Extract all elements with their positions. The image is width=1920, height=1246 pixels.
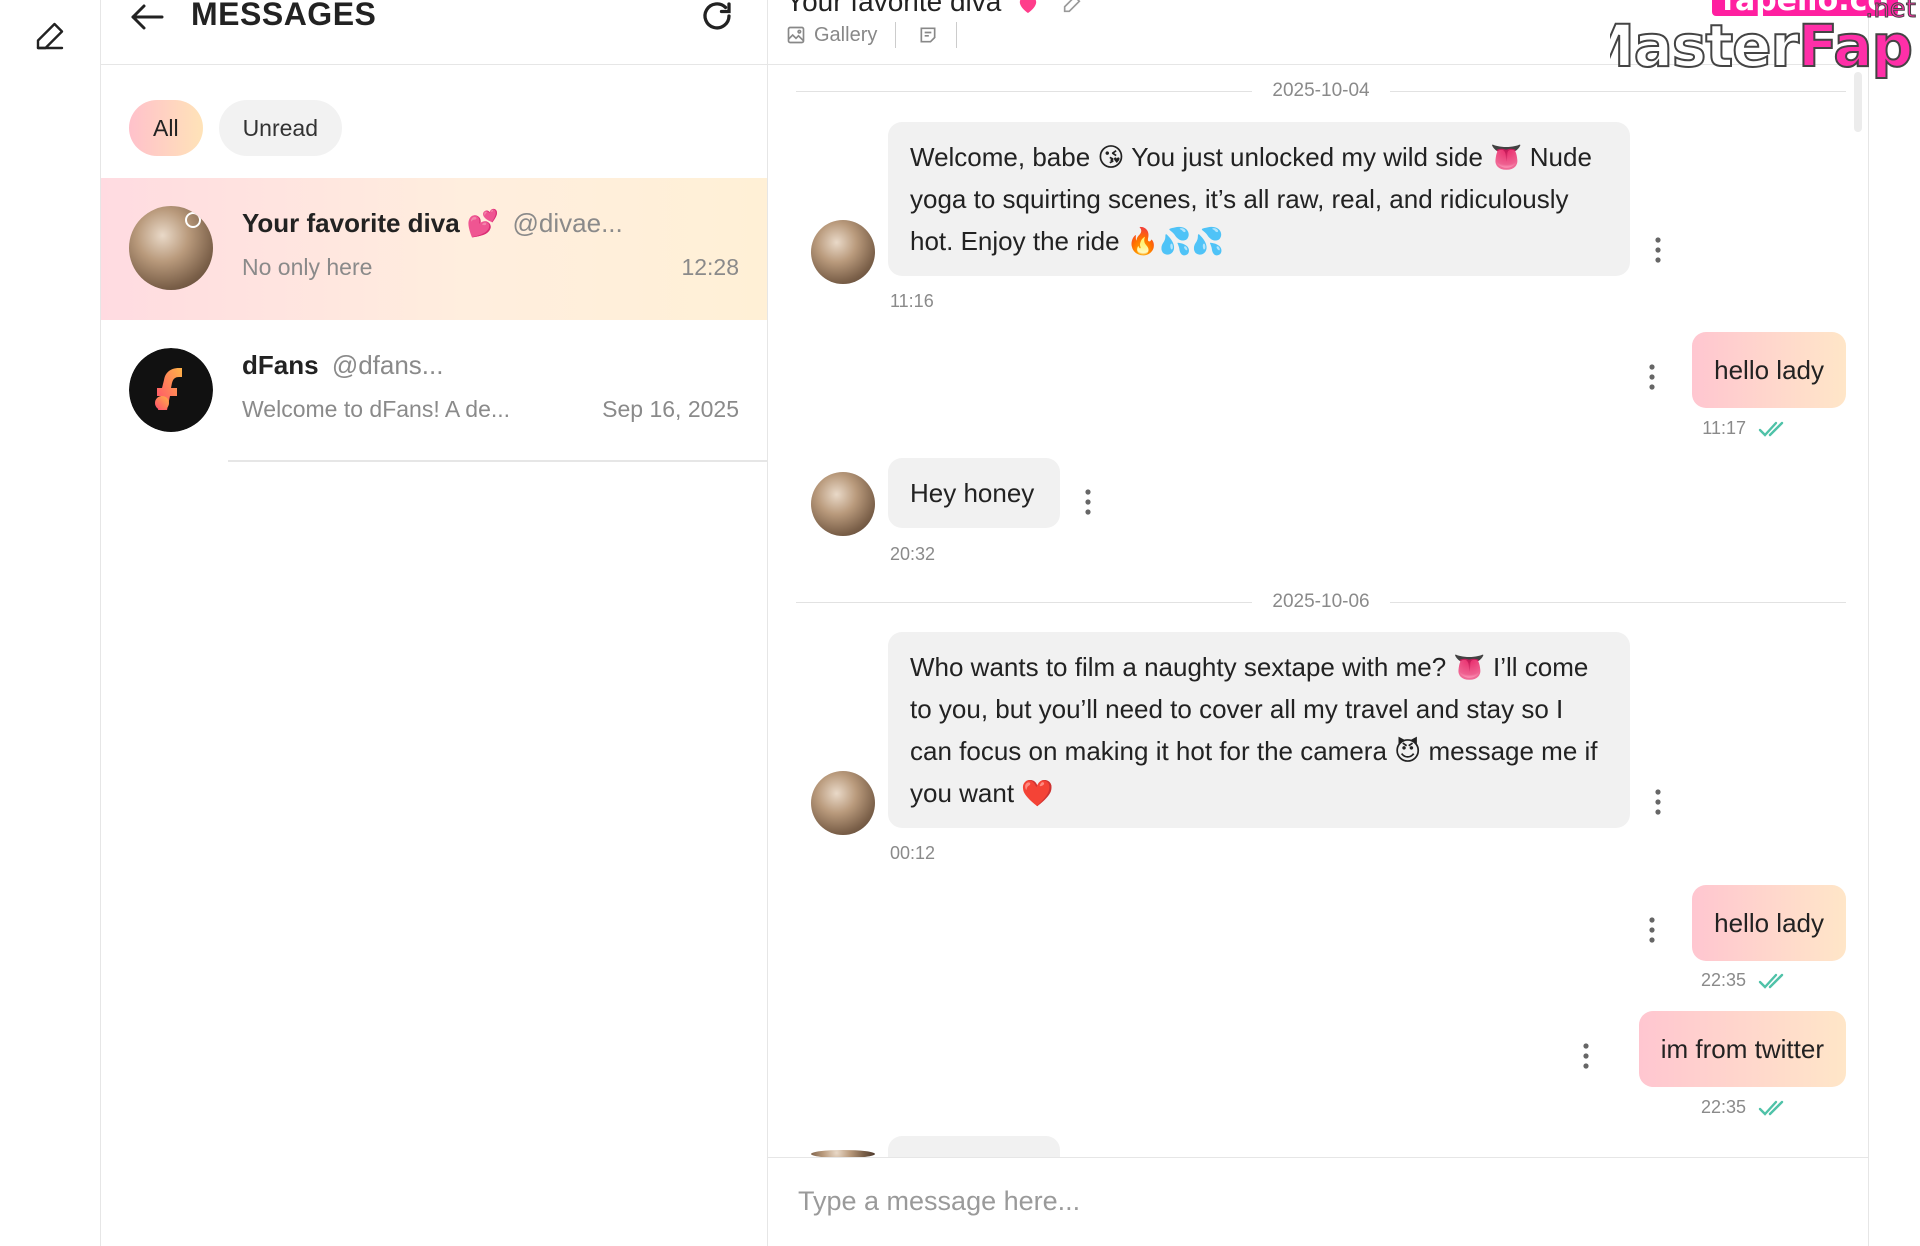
message-options-button[interactable] (1648, 230, 1668, 270)
chat-title: Your favorite diva (786, 0, 1083, 18)
chat-title-text: Your favorite diva (786, 0, 1002, 17)
refresh-button[interactable] (697, 0, 737, 34)
double-check-icon (1758, 973, 1784, 989)
conversation-list-panel: MESSAGES All Unread Your favorite diva 💕… (101, 0, 768, 1246)
kebab-menu-icon (1649, 364, 1655, 390)
kebab-menu-icon (1655, 789, 1661, 815)
refresh-icon (703, 2, 731, 30)
message-options-button[interactable] (1642, 910, 1662, 950)
conversation-name: dFans (242, 350, 319, 380)
conversation-handle: @divae... (512, 208, 623, 238)
message-time: 22:35 (1700, 1097, 1746, 1117)
message-bubble-outgoing: hello lady (1692, 885, 1846, 961)
date-label: 2025-10-04 (1272, 80, 1370, 101)
watermark-logo: fapello.co .net MasterFap (1610, 0, 1920, 86)
tab-notes[interactable] (918, 25, 956, 45)
chat-tabs: Gallery (786, 22, 979, 48)
conversation-name-row: dFans @dfans... (242, 350, 443, 381)
message-time: 00:12 (890, 843, 936, 863)
message-bubble-outgoing: im from twitter (1638, 1011, 1846, 1087)
message-options-button[interactable] (1078, 482, 1098, 522)
chat-panel: Your favorite diva Gallery 2025-10-04 We… (768, 0, 1869, 1246)
conversation-item-dfans[interactable]: dFans @dfans... Welcome to dFans! A de..… (101, 320, 767, 462)
name-emoji: 💕 (466, 208, 500, 238)
message-bubble-partial (888, 1136, 1060, 1158)
heart-icon (1019, 0, 1037, 13)
date-separator: 2025-10-06 (796, 590, 1847, 614)
date-label: 2025-10-06 (1272, 591, 1370, 612)
double-check-icon (1758, 421, 1784, 437)
tab-separator (895, 22, 897, 48)
image-icon (787, 26, 805, 44)
dfans-logo-icon (129, 348, 213, 432)
conversation-handle: @dfans... (331, 350, 444, 380)
sender-avatar[interactable] (811, 220, 875, 284)
tab-gallery-label: Gallery (814, 23, 878, 46)
kebab-menu-icon (1649, 917, 1655, 943)
page-title: MESSAGES (191, 0, 377, 32)
message-bubble-incoming: Welcome, babe 😘 You just unlocked my wil… (888, 122, 1630, 276)
filter-chips: All Unread (129, 100, 342, 156)
compose-button[interactable] (30, 16, 70, 56)
message-options-button[interactable] (1576, 1036, 1596, 1076)
edit-pencil-icon (36, 22, 64, 50)
message-bubble-incoming: Hey honey (888, 458, 1060, 528)
tab-separator (956, 22, 958, 48)
conversation-name-row: Your favorite diva 💕 @divae... (242, 208, 623, 239)
edit-title-icon[interactable] (1061, 0, 1083, 15)
conversation-preview: No only here (242, 254, 373, 280)
list-divider (228, 460, 767, 462)
kebab-menu-icon (1085, 489, 1091, 515)
message-time: 20:32 (890, 544, 936, 564)
avatar (129, 206, 213, 290)
message-time: 11:16 (890, 291, 934, 311)
message-time: 11:17 (1702, 418, 1746, 438)
double-check-icon (1758, 1100, 1784, 1116)
message-options-button[interactable] (1642, 357, 1662, 397)
watermark-main-text: MasterFap (1610, 12, 1914, 80)
conversation-time: Sep 16, 2025 (602, 396, 739, 422)
conversation-time: 12:28 (681, 254, 739, 280)
conversation-preview: Welcome to dFans! A de... (242, 396, 511, 422)
left-rail (0, 0, 101, 1246)
message-options-button[interactable] (1648, 782, 1668, 822)
message-input[interactable] (796, 1178, 1800, 1224)
message-composer (768, 1157, 1868, 1246)
kebab-menu-icon (1583, 1043, 1589, 1069)
message-time: 22:35 (1700, 970, 1746, 990)
sender-avatar[interactable] (811, 771, 875, 835)
filter-all[interactable]: All (129, 100, 203, 156)
sender-avatar[interactable] (811, 472, 875, 536)
conversation-item-your-favorite-diva[interactable]: Your favorite diva 💕 @divae... No only h… (101, 178, 767, 320)
list-header: MESSAGES (101, 0, 767, 65)
note-icon (920, 27, 936, 43)
back-button[interactable] (129, 0, 169, 34)
conversation-name: Your favorite diva (242, 208, 460, 238)
tab-gallery[interactable]: Gallery (786, 24, 895, 47)
arrow-left-icon (131, 4, 164, 30)
dfans-logo-avatar (129, 348, 213, 432)
filter-unread[interactable]: Unread (218, 100, 342, 156)
message-bubble-incoming: Who wants to film a naughty sextape with… (888, 632, 1630, 828)
message-bubble-outgoing: hello lady (1692, 332, 1846, 408)
kebab-menu-icon (1655, 237, 1661, 263)
status-dot-icon (185, 212, 201, 228)
